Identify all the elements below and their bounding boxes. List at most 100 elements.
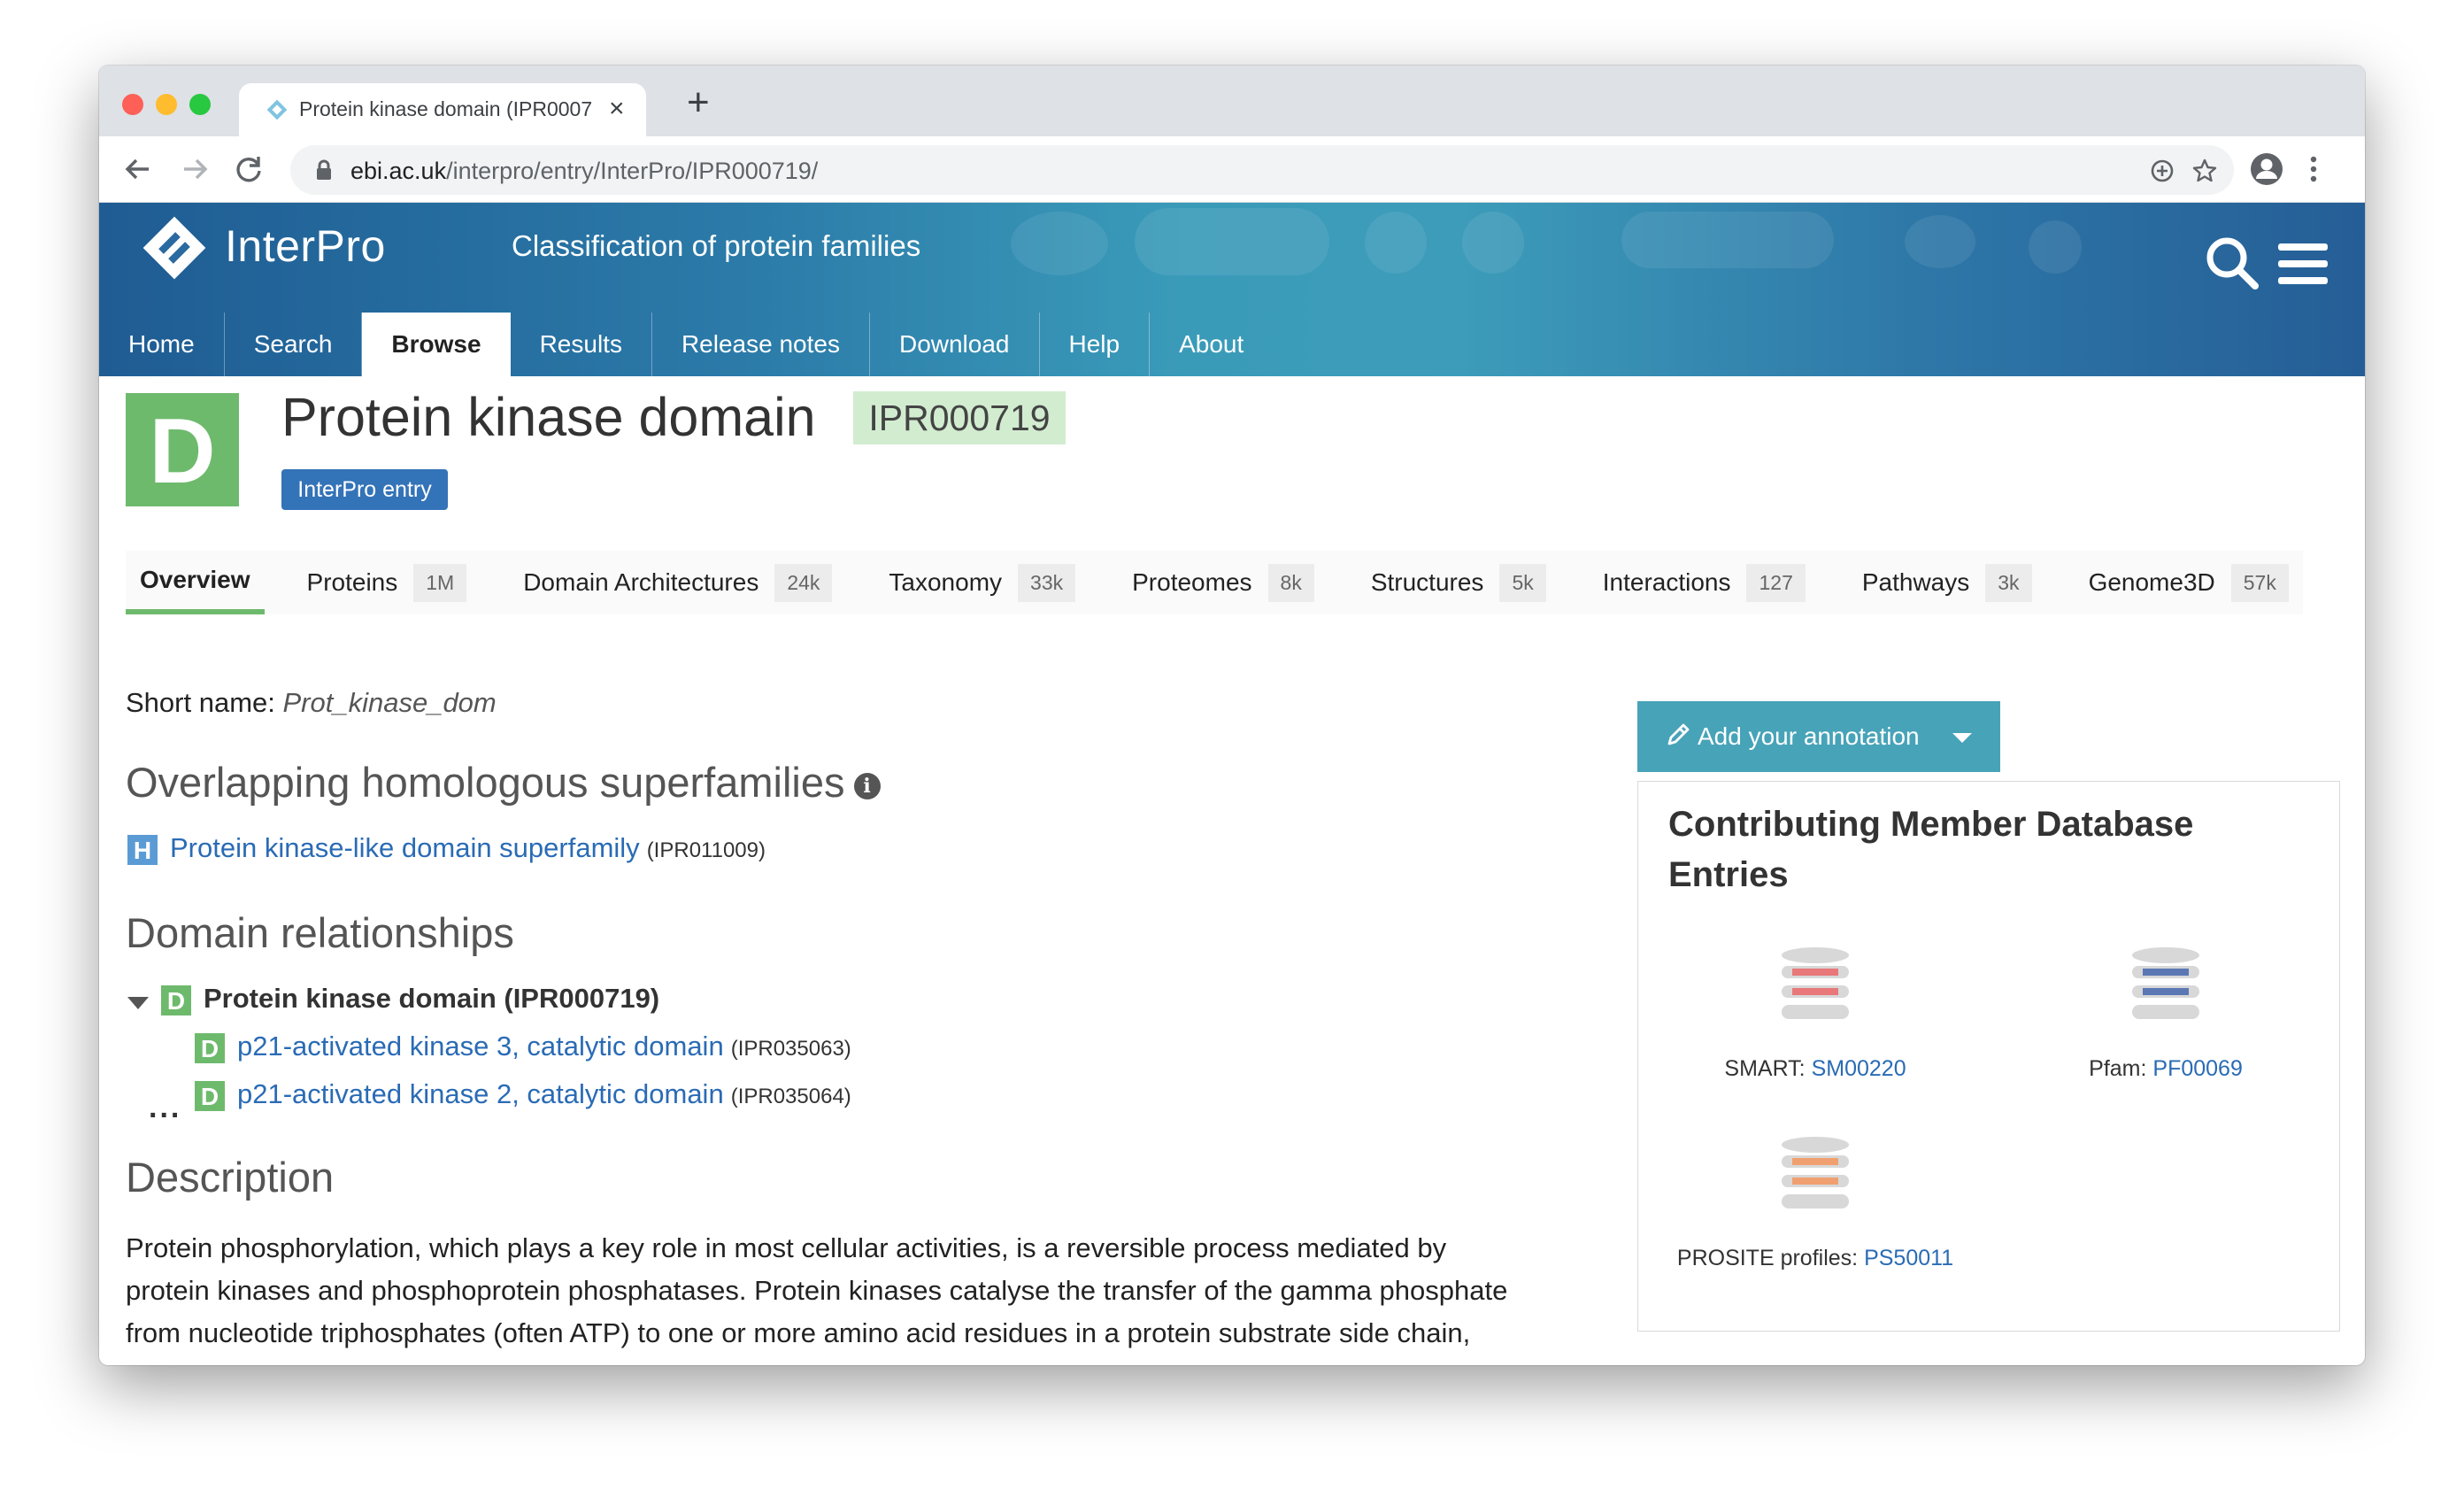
- count-badge: 3k: [1985, 563, 2032, 602]
- count-badge: 8k: [1267, 563, 1314, 602]
- relationship-root-label: Protein kinase domain (IPR000719): [204, 983, 660, 1014]
- member-db-prosite: PROSITE profiles: PS50011: [1656, 1136, 1975, 1271]
- tab-bar: Protein kinase domain (IPR0007 × +: [99, 66, 2365, 136]
- tab-overview[interactable]: Overview: [126, 551, 265, 614]
- domain-icon: D: [195, 1032, 225, 1063]
- member-db-label: PROSITE profiles: PS50011: [1656, 1246, 1975, 1271]
- page-title: Protein kinase domain: [281, 387, 816, 447]
- member-db-link[interactable]: PS50011: [1864, 1246, 1953, 1270]
- relationship-child-link[interactable]: p21-activated kinase 3, catalytic domain: [237, 1031, 724, 1062]
- browser-tab[interactable]: Protein kinase domain (IPR0007 ×: [239, 83, 646, 136]
- member-db-link[interactable]: PF00069: [2152, 1056, 2242, 1081]
- tab-label: Proteomes: [1132, 568, 1252, 596]
- install-app-icon[interactable]: [2149, 158, 2175, 184]
- superfamily-item: H Protein kinase-like domain superfamily(…: [127, 832, 766, 865]
- description-heading: Description: [126, 1154, 335, 1201]
- reload-icon[interactable]: [234, 154, 264, 184]
- nav-about[interactable]: About: [1150, 313, 1273, 376]
- hamburger-menu-icon[interactable]: [2276, 242, 2329, 286]
- tab-domain-architectures[interactable]: Domain Architectures 24k: [509, 551, 846, 614]
- superfamilies-heading-text: Overlapping homologous superfamilies: [126, 759, 845, 806]
- database-icon: [1782, 947, 1849, 1019]
- relationship-child: Dp21-activated kinase 2, catalytic domai…: [195, 1078, 851, 1111]
- chevron-down-icon: [1952, 733, 1972, 743]
- description-line: Protein phosphorylation, which plays a k…: [126, 1232, 1447, 1263]
- tab-label: Proteins: [306, 568, 398, 596]
- relationship-root: D Protein kinase domain (IPR000719): [161, 983, 659, 1015]
- back-arrow-icon[interactable]: [122, 154, 154, 184]
- site-header: InterPro Classification of protein famil…: [99, 203, 2365, 376]
- count-badge: 57k: [2230, 563, 2289, 602]
- more-relationships[interactable]: ...: [149, 1091, 181, 1125]
- database-icon: [1782, 1137, 1849, 1208]
- member-db-label: SMART: SM00220: [1656, 1056, 1975, 1082]
- tab-proteomes[interactable]: Proteomes 8k: [1118, 551, 1328, 614]
- tab-label: Pathways: [1861, 568, 1970, 596]
- member-db-name: SMART:: [1724, 1056, 1806, 1081]
- nav-browse[interactable]: Browse: [362, 313, 511, 376]
- relationship-child-accession: (IPR035063): [730, 1037, 851, 1061]
- count-badge: 24k: [774, 563, 833, 602]
- tab-structures[interactable]: Structures 5k: [1357, 551, 1560, 614]
- superfamily-link[interactable]: Protein kinase-like domain superfamily: [170, 832, 640, 863]
- member-db-name: Pfam:: [2089, 1056, 2147, 1081]
- relationship-child: Dp21-activated kinase 3, catalytic domai…: [195, 1031, 851, 1063]
- nav-release-notes[interactable]: Release notes: [652, 313, 870, 376]
- tab-label: Interactions: [1602, 568, 1731, 596]
- close-tab-icon[interactable]: ×: [609, 94, 625, 124]
- member-db-panel: Contributing Member Database Entries SMA…: [1637, 781, 2340, 1332]
- new-tab-button[interactable]: +: [687, 83, 710, 122]
- count-badge: 33k: [1018, 563, 1076, 602]
- lock-icon: [317, 159, 331, 180]
- domain-icon: D: [195, 1080, 225, 1111]
- homologous-superfamily-icon: H: [127, 834, 158, 865]
- tab-pathways[interactable]: Pathways 3k: [1848, 551, 2046, 614]
- pencil-icon: [1667, 723, 1690, 745]
- member-db-pfam: Pfam: PF00069: [2006, 946, 2325, 1082]
- superfamily-accession: (IPR011009): [646, 838, 766, 862]
- tab-interactions[interactable]: Interactions 127: [1589, 551, 1820, 614]
- collapse-triangle-icon[interactable]: [127, 997, 149, 1009]
- entry-type-label: InterPro entry: [281, 469, 448, 510]
- nav-search[interactable]: Search: [225, 313, 363, 376]
- superfamilies-heading: Overlapping homologous superfamilies i: [126, 758, 881, 807]
- short-name-value: Prot_kinase_dom: [282, 687, 497, 718]
- count-badge: 127: [1746, 563, 1806, 602]
- description-line: protein kinases and phosphoprotein phosp…: [126, 1275, 1508, 1306]
- nav-help[interactable]: Help: [1040, 313, 1151, 376]
- tab-label: Overview: [140, 566, 250, 593]
- minimize-window-button[interactable]: [156, 94, 177, 115]
- tab-proteins[interactable]: Proteins 1M: [293, 551, 481, 614]
- maximize-window-button[interactable]: [189, 94, 211, 115]
- kebab-menu-icon[interactable]: [2308, 152, 2319, 186]
- relationship-child-link[interactable]: p21-activated kinase 2, catalytic domain: [237, 1078, 724, 1109]
- interpro-logo-icon[interactable]: [138, 212, 211, 284]
- nav-results[interactable]: Results: [511, 313, 652, 376]
- profile-avatar-icon[interactable]: [2250, 152, 2283, 186]
- bookmark-star-icon[interactable]: [2191, 158, 2218, 184]
- browser-window: Protein kinase domain (IPR0007 × + ebi.a…: [99, 66, 2365, 1365]
- add-annotation-button[interactable]: Add your annotation: [1637, 701, 2000, 772]
- member-db-smart: SMART: SM00220: [1656, 946, 1975, 1082]
- tab-taxonomy[interactable]: Taxonomy 33k: [874, 551, 1090, 614]
- site-logo-text[interactable]: InterPro: [225, 220, 386, 272]
- count-badge: 5k: [1499, 563, 1546, 602]
- nav-download[interactable]: Download: [870, 313, 1040, 376]
- forward-arrow-icon[interactable]: [179, 154, 211, 184]
- close-window-button[interactable]: [122, 94, 143, 115]
- relationships-heading: Domain relationships: [126, 909, 514, 956]
- member-db-panel-title: Contributing Member Database Entries: [1668, 805, 2194, 894]
- member-db-link[interactable]: SM00220: [1812, 1056, 1906, 1081]
- interpro-favicon-icon: [266, 99, 288, 120]
- description-text: Protein phosphorylation, which plays a k…: [126, 1227, 1648, 1355]
- tab-genome3d[interactable]: Genome3D 57k: [2075, 551, 2303, 614]
- short-name: Short name: Prot_kinase_dom: [126, 687, 497, 719]
- browser-toolbar: ebi.ac.uk/interpro/entry/InterPro/IPR000…: [99, 136, 2365, 203]
- address-bar[interactable]: ebi.ac.uk/interpro/entry/InterPro/IPR000…: [290, 145, 2234, 195]
- info-icon[interactable]: i: [853, 772, 881, 799]
- search-icon[interactable]: [2204, 235, 2260, 291]
- tab-label: Domain Architectures: [523, 568, 759, 596]
- tab-label: Structures: [1370, 568, 1484, 596]
- nav-home[interactable]: Home: [99, 313, 225, 376]
- main-navigation: Home Search Browse Results Release notes…: [99, 313, 1273, 376]
